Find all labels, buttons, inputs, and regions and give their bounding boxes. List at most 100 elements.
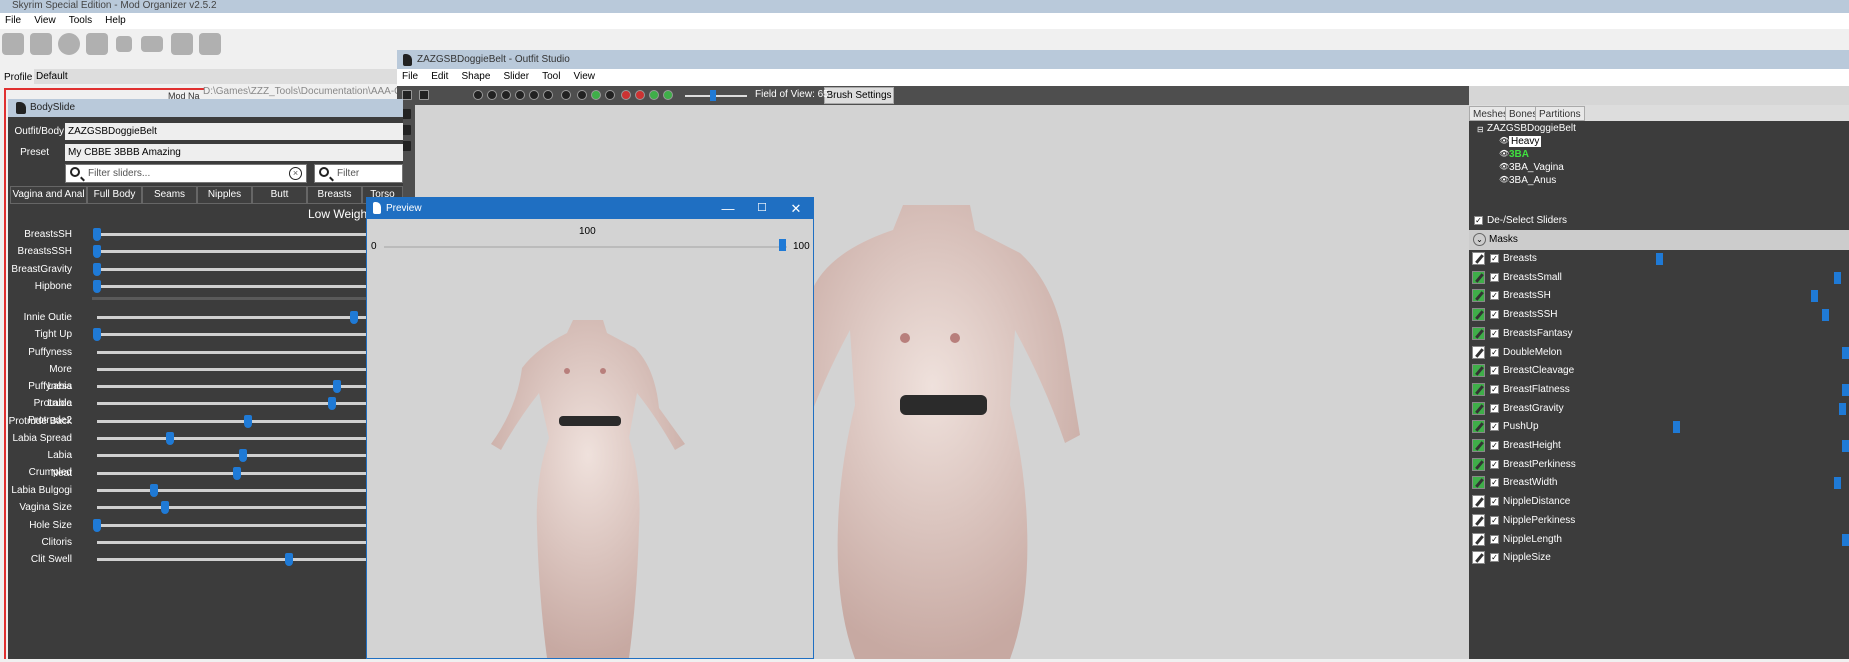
- bs-slider-track[interactable]: [97, 316, 367, 319]
- slider-checkbox[interactable]: ✓: [1490, 291, 1499, 301]
- bs-slider-track[interactable]: [97, 506, 367, 509]
- slider-edit-pencil-icon[interactable]: [1472, 270, 1485, 284]
- outfit-select[interactable]: ZAZGSBDoggieBelt: [65, 123, 403, 140]
- executables-icon[interactable]: [86, 33, 108, 55]
- os-menu-slider[interactable]: Slider: [498, 69, 534, 85]
- bs-slider-knob[interactable]: [93, 245, 101, 258]
- os-menu-shape[interactable]: Shape: [456, 69, 495, 85]
- brush-color-icon[interactable]: [577, 90, 587, 100]
- eye-icon[interactable]: 👁: [1499, 136, 1509, 145]
- nexus-globe-icon[interactable]: [58, 33, 80, 55]
- transform-tool-icon[interactable]: [419, 90, 429, 100]
- eye-icon-2[interactable]: 👁: [1499, 149, 1509, 158]
- settings-gear-icon[interactable]: [141, 36, 163, 52]
- slider-checkbox[interactable]: ✓: [1490, 553, 1499, 563]
- bs-slider-track[interactable]: [97, 420, 367, 423]
- profiles-icon[interactable]: [30, 33, 52, 55]
- bs-slider-track[interactable]: [97, 489, 367, 492]
- slider-checkbox[interactable]: ✓: [1490, 254, 1499, 263]
- filter-presets-input[interactable]: Filter presets...: [314, 164, 403, 196]
- masks-label[interactable]: Masks: [1489, 234, 1518, 245]
- menu-view[interactable]: View: [29, 13, 61, 29]
- slider-edit-pencil-icon[interactable]: [1472, 457, 1485, 471]
- tab-butt[interactable]: Butt: [252, 186, 307, 204]
- profile-select[interactable]: Default: [34, 69, 404, 84]
- bs-slider-knob[interactable]: [93, 280, 101, 293]
- brush-deflate-icon[interactable]: [501, 90, 511, 100]
- brush-weight-icon[interactable]: [561, 90, 571, 100]
- menu-file[interactable]: File: [0, 13, 26, 29]
- slider-edit-pencil-icon[interactable]: [1472, 289, 1485, 303]
- bs-slider-track[interactable]: [97, 402, 367, 405]
- bs-slider-knob[interactable]: [284, 553, 293, 566]
- bs-slider-knob[interactable]: [349, 311, 358, 324]
- slider-edit-pencil-icon[interactable]: [1472, 551, 1485, 565]
- bs-slider-knob[interactable]: [244, 415, 253, 428]
- slider-checkbox[interactable]: ✓: [1490, 534, 1499, 544]
- os-slider-knob[interactable]: [1833, 271, 1841, 284]
- wrench-icon[interactable]: [199, 33, 221, 55]
- green-marker-icon-2[interactable]: [663, 90, 673, 100]
- slider-checkbox[interactable]: ✓: [1490, 384, 1499, 394]
- brush-inflate-icon[interactable]: [487, 90, 497, 100]
- os-slider-knob[interactable]: [1810, 290, 1818, 303]
- os-slider-knob[interactable]: [1842, 533, 1849, 546]
- slider-edit-pencil-icon[interactable]: [1472, 532, 1485, 546]
- bs-slider-track[interactable]: [97, 233, 367, 236]
- eye-icon-4[interactable]: 👁: [1499, 175, 1509, 184]
- bs-slider-knob[interactable]: [160, 501, 169, 514]
- slider-edit-pencil-icon[interactable]: [1472, 476, 1485, 490]
- slider-checkbox[interactable]: ✓: [1490, 497, 1499, 507]
- preview-weight-knob[interactable]: [779, 239, 786, 251]
- slider-checkbox[interactable]: ✓: [1490, 347, 1499, 357]
- os-menu-file[interactable]: File: [397, 69, 423, 85]
- preset-select[interactable]: My CBBE 3BBB Amazing: [65, 144, 403, 161]
- bs-slider-track[interactable]: [97, 268, 367, 271]
- slider-checkbox[interactable]: ✓: [1490, 459, 1499, 469]
- os-slider-knob[interactable]: [1656, 253, 1664, 265]
- bs-slider-knob[interactable]: [238, 449, 247, 462]
- tab-full-body[interactable]: Full Body: [87, 186, 142, 204]
- mesh-root[interactable]: ZAZGSBDoggieBelt: [1487, 123, 1576, 134]
- tools-icon[interactable]: [171, 33, 193, 55]
- slider-checkbox[interactable]: ✓: [1490, 478, 1499, 488]
- minimize-icon[interactable]: —: [711, 198, 745, 219]
- slider-edit-pencil-icon[interactable]: [1472, 420, 1485, 434]
- bs-slider-knob[interactable]: [93, 228, 101, 241]
- os-slider-knob[interactable]: [1839, 402, 1847, 415]
- mesh-item-heavy[interactable]: Heavy: [1509, 136, 1542, 147]
- slider-edit-pencil-icon[interactable]: [1472, 382, 1485, 396]
- chevron-down-icon[interactable]: ⌄: [1473, 233, 1486, 246]
- slider-checkbox[interactable]: ✓: [1490, 366, 1499, 376]
- refresh-icon[interactable]: [116, 36, 132, 52]
- filter-sliders-input[interactable]: Filter sliders... ×: [65, 164, 307, 183]
- mesh-item-3ba[interactable]: 3BA: [1509, 149, 1529, 160]
- preview-weight-track[interactable]: [384, 246, 787, 248]
- tab-nipples[interactable]: Nipples: [197, 186, 252, 204]
- deselect-checkbox[interactable]: ✓: [1474, 216, 1483, 225]
- slider-edit-pencil-icon[interactable]: [1472, 252, 1485, 265]
- menu-help[interactable]: Help: [100, 13, 131, 29]
- os-slider-knob[interactable]: [1842, 383, 1849, 396]
- bs-slider-track[interactable]: [97, 558, 367, 561]
- os-slider-knob[interactable]: [1842, 346, 1849, 359]
- eye-icon-3[interactable]: 👁: [1499, 162, 1509, 171]
- bs-slider-track[interactable]: [97, 472, 367, 475]
- os-menu-view[interactable]: View: [569, 69, 601, 85]
- slider-edit-pencil-icon[interactable]: [1472, 495, 1485, 509]
- bs-slider-track[interactable]: [97, 524, 367, 527]
- os-menu-edit[interactable]: Edit: [426, 69, 453, 85]
- bs-slider-track[interactable]: [97, 437, 367, 440]
- bs-slider-track[interactable]: [97, 541, 367, 544]
- brush-settings-button[interactable]: Brush Settings: [824, 87, 894, 104]
- brush-mask-icon[interactable]: [473, 90, 483, 100]
- slider-edit-pencil-icon[interactable]: [1472, 439, 1485, 452]
- bs-slider-knob[interactable]: [165, 432, 174, 445]
- bs-slider-knob[interactable]: [327, 397, 336, 410]
- slider-checkbox[interactable]: ✓: [1490, 272, 1499, 282]
- brush-alpha-icon[interactable]: [591, 90, 601, 100]
- bs-slider-track[interactable]: [97, 368, 367, 371]
- brush-undiff-icon[interactable]: [543, 90, 553, 100]
- bs-slider-knob[interactable]: [93, 263, 101, 276]
- tab-partitions[interactable]: Partitions: [1535, 106, 1585, 121]
